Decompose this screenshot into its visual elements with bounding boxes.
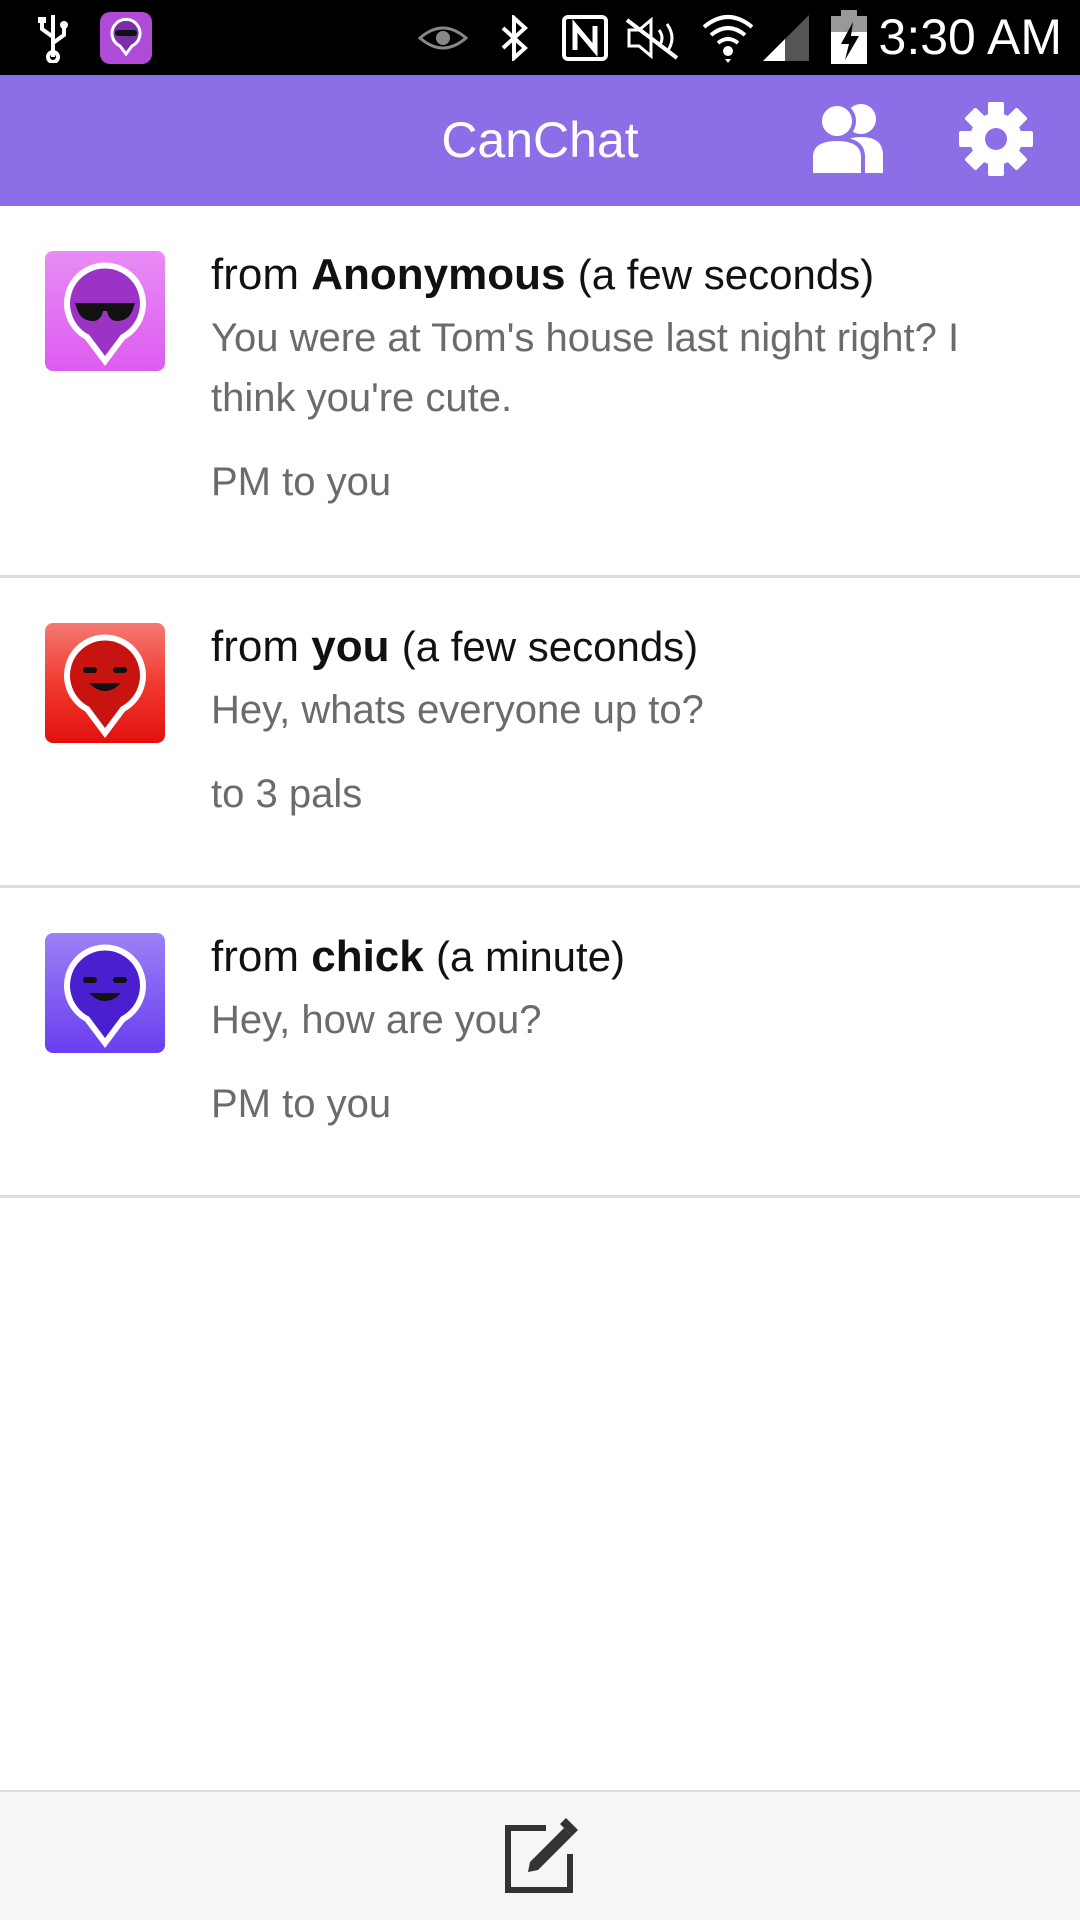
- app-title: CanChat: [441, 112, 639, 168]
- settings-gear-icon: [957, 100, 1035, 183]
- eye-icon: [418, 10, 468, 66]
- bottom-action-bar: [0, 1790, 1080, 1920]
- avatar-anonymous: [45, 251, 165, 371]
- canchat-notification-icon: [98, 10, 154, 66]
- status-bar: 3:30 AM: [0, 0, 1080, 75]
- message-header: from Anonymous (a few seconds): [211, 250, 1040, 300]
- message-text: You were at Tom's house last night right…: [211, 316, 960, 420]
- message-header: from you (a few seconds): [211, 622, 1040, 672]
- message-recipient: PM to you: [211, 1082, 392, 1126]
- from-label: from: [211, 250, 299, 299]
- message-text: Hey, how are you?: [211, 998, 542, 1042]
- compose-icon: [500, 1818, 580, 1902]
- nfc-icon: [560, 10, 610, 66]
- battery-charging-icon: [826, 10, 872, 66]
- pals-icon: [805, 101, 895, 182]
- message-header: from chick (a minute): [211, 932, 1040, 982]
- message-item[interactable]: from chick (a minute) Hey, how are you? …: [0, 888, 1080, 1198]
- avatar-you: [45, 623, 165, 743]
- message-time: (a few seconds): [401, 623, 699, 670]
- sender-name: chick: [311, 932, 424, 981]
- settings-button[interactable]: [946, 93, 1046, 189]
- message-recipient: to 3 pals: [211, 772, 363, 816]
- message-text: Hey, whats everyone up to?: [211, 688, 704, 732]
- message-list: from Anonymous (a few seconds) You were …: [0, 206, 1080, 1198]
- message-recipient: PM to you: [211, 460, 392, 504]
- sender-name: you: [311, 622, 390, 671]
- from-label: from: [211, 932, 299, 981]
- mute-icon: [622, 10, 682, 66]
- wifi-icon: [700, 10, 756, 66]
- from-label: from: [211, 622, 299, 671]
- message-time: (a few seconds): [577, 251, 875, 298]
- signal-icon: [760, 10, 812, 66]
- message-item[interactable]: from Anonymous (a few seconds) You were …: [0, 206, 1080, 578]
- usb-icon: [28, 10, 78, 66]
- status-clock: 3:30 AM: [878, 9, 1062, 65]
- message-time: (a minute): [435, 933, 626, 980]
- avatar-chick: [45, 933, 165, 1053]
- message-item[interactable]: from you (a few seconds) Hey, whats ever…: [0, 578, 1080, 888]
- pals-button[interactable]: [800, 93, 900, 189]
- sender-name: Anonymous: [311, 250, 566, 299]
- bluetooth-icon: [494, 10, 534, 66]
- app-bar: CanChat: [0, 75, 1080, 206]
- compose-button[interactable]: [500, 1818, 580, 1898]
